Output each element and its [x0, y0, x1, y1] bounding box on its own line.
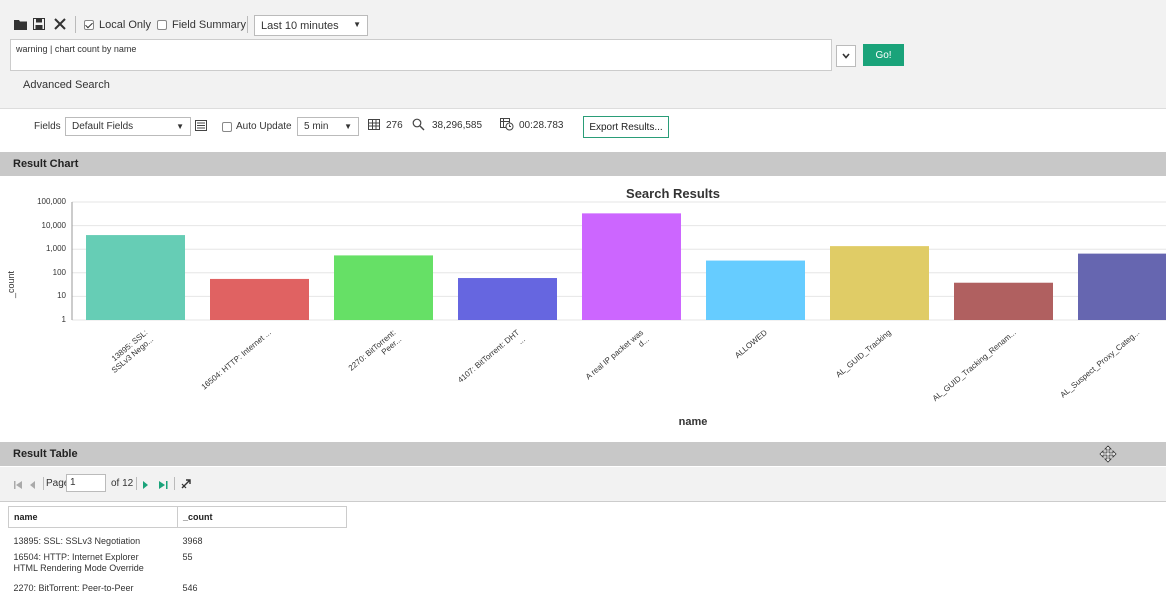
table-cell-count: 55: [182, 552, 193, 562]
chart-bar[interactable]: [1078, 253, 1166, 320]
y-tick-label: 100,000: [37, 197, 66, 206]
pager-divider: [174, 477, 175, 490]
table-cell-count: 3968: [182, 536, 203, 546]
table-cell-name: 16504: HTTP: Internet Explorer HTML Rend…: [13, 552, 144, 573]
y-axis-label: _count: [6, 270, 16, 298]
y-tick-label: 1,000: [45, 244, 66, 254]
chart-bar[interactable]: [954, 282, 1053, 320]
chart-bar[interactable]: [830, 246, 929, 320]
chart-bar[interactable]: [582, 213, 681, 320]
pager-divider: [136, 477, 137, 490]
table-row[interactable]: 13895: SSL: SSLv3 Negotiation 3968: [9, 528, 347, 550]
last-page-icon[interactable]: [159, 480, 168, 492]
table-cell-name: 2270: BitTorrent: Peer-to-Peer: [13, 583, 134, 593]
page-number-input[interactable]: 1: [66, 474, 106, 492]
chart-bar[interactable]: [334, 255, 433, 320]
table-row[interactable]: 16504: HTTP: Internet Explorer HTML Rend…: [9, 549, 347, 577]
table-row[interactable]: 2270: BitTorrent: Peer-to-Peer 546: [9, 577, 347, 596]
pager-divider: [43, 477, 44, 490]
result-table: name _count 13895: SSL: SSLv3 Negotiatio…: [8, 506, 347, 596]
next-page-icon[interactable]: [143, 480, 149, 492]
x-axis-label: name: [678, 416, 708, 428]
chart-bar[interactable]: [706, 260, 805, 320]
move-icon[interactable]: [1099, 445, 1117, 466]
y-tick-label: 10: [57, 291, 66, 301]
chart-bar[interactable]: [458, 278, 557, 320]
table-cell-count: 546: [182, 583, 198, 593]
refresh-icon[interactable]: [180, 478, 192, 493]
y-tick-label: 1: [61, 315, 66, 324]
chart-bar[interactable]: [86, 235, 185, 320]
previous-page-icon[interactable]: [30, 480, 36, 492]
column-header-count[interactable]: _count: [177, 506, 347, 528]
table-cell-name: 13895: SSL: SSLv3 Negotiation: [13, 536, 141, 546]
y-tick-label: 100: [52, 267, 66, 277]
first-page-icon[interactable]: [14, 480, 23, 492]
page-count-label: of 12: [111, 478, 134, 489]
result-table-header: Result Table: [0, 442, 1166, 466]
y-tick-label: 10,000: [41, 220, 66, 230]
column-header-name[interactable]: name: [8, 506, 178, 528]
chart-bar[interactable]: [210, 278, 309, 320]
